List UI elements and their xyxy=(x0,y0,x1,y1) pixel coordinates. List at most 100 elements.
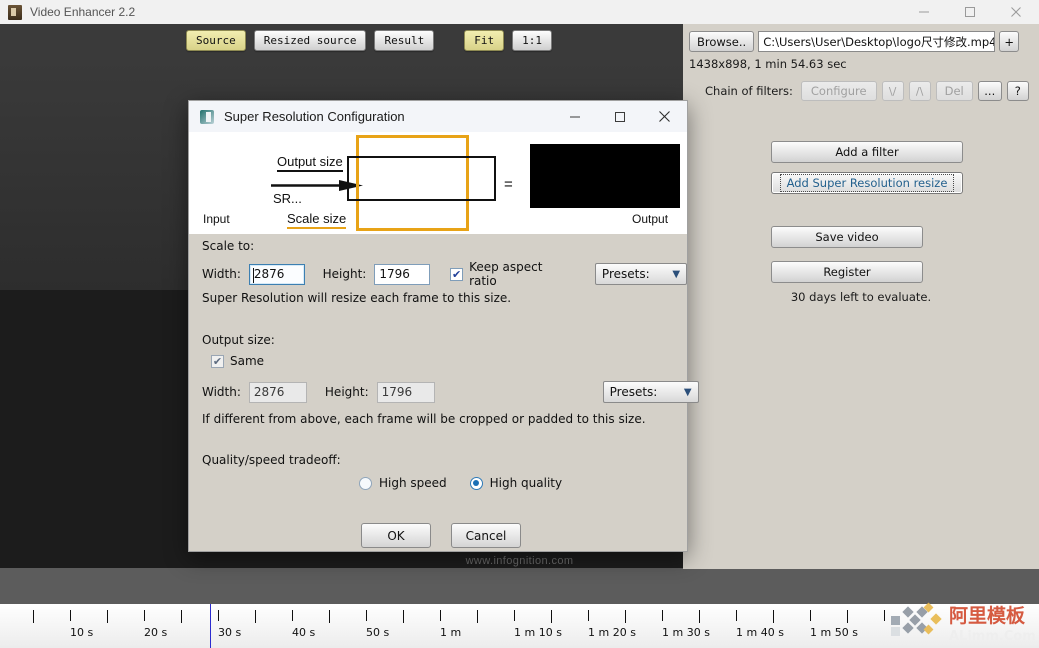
output-size-note: If different from above, each frame will… xyxy=(202,412,646,426)
timeline-tick xyxy=(366,610,367,621)
scale-to-note: Super Resolution will resize each frame … xyxy=(202,291,512,305)
high-quality-radio[interactable] xyxy=(469,476,483,490)
keep-aspect-ratio-checkbox[interactable]: ✔ xyxy=(450,267,464,281)
timeline-tick xyxy=(588,610,589,621)
scale-height-input[interactable]: 1796 xyxy=(374,263,431,285)
add-file-button[interactable]: + xyxy=(999,31,1020,52)
app-title: Video Enhancer 2.2 xyxy=(30,5,136,19)
timeline-tick xyxy=(551,610,552,623)
output-thumbnail xyxy=(558,144,652,208)
output-width-input[interactable]: 2876 xyxy=(248,381,307,403)
same-size-checkbox[interactable]: ✔ xyxy=(211,354,224,368)
output-width-label: Width: xyxy=(202,385,241,399)
quality-radio-group: High speed High quality xyxy=(359,476,562,490)
timeline-tick xyxy=(810,610,811,621)
timeline-tick xyxy=(773,610,774,623)
timeline-tick xyxy=(477,610,478,623)
source-path-input[interactable]: C:\Users\User\Desktop\logo尺寸修改.mp4 xyxy=(758,31,996,52)
minimize-icon[interactable] xyxy=(901,0,947,24)
timeline-label: 50 s xyxy=(366,626,390,639)
timeline-tick xyxy=(218,610,219,621)
register-button[interactable]: Register xyxy=(771,261,923,283)
tab-result[interactable]: Result xyxy=(374,29,435,51)
tab-resized-source[interactable]: Resized source xyxy=(253,29,367,51)
timeline-tick xyxy=(736,610,737,621)
timeline-label: 1 m 10 s xyxy=(514,626,562,639)
chevron-down-icon: ▼ xyxy=(683,386,692,398)
timeline-tick xyxy=(625,610,626,623)
timeline-tick xyxy=(403,610,404,623)
ok-button[interactable]: OK xyxy=(361,523,431,548)
close-icon[interactable] xyxy=(993,0,1039,24)
zoom-fit-button[interactable]: Fit xyxy=(464,29,505,51)
resize-illustration: Input Output size SR... Scale size = Out… xyxy=(189,132,687,234)
dialog-title-bar: Super Resolution Configuration xyxy=(189,101,687,132)
output-size-annotation: Output size xyxy=(277,154,343,172)
scale-width-label: Width: xyxy=(202,267,241,281)
help-button[interactable]: ? xyxy=(1006,81,1029,101)
dialog-icon xyxy=(200,109,214,124)
scale-size-annotation: Scale size xyxy=(287,211,347,229)
output-size-row: Width: 2876 Height: 1796 Presets: ▼ xyxy=(202,381,699,403)
dialog-button-row: OK Cancel xyxy=(361,523,521,548)
high-quality-label: High quality xyxy=(489,476,563,490)
scale-height-label: Height: xyxy=(322,267,367,281)
output-preview-frame xyxy=(530,144,680,208)
svg-text:ALimm.Com: ALimm.Com xyxy=(949,629,1035,644)
same-size-row: ✔ Same xyxy=(211,354,264,368)
add-super-resolution-resize-button[interactable]: Add Super Resolution resize xyxy=(771,172,963,194)
quality-tradeoff-label: Quality/speed tradeoff: xyxy=(202,453,341,467)
timeline-label: 30 s xyxy=(218,626,242,639)
maximize-icon[interactable] xyxy=(947,0,993,24)
sr-annotation: SR... xyxy=(273,191,302,206)
timeline-tick xyxy=(292,610,293,621)
dialog-maximize-icon[interactable] xyxy=(597,101,642,132)
output-height-input[interactable]: 1796 xyxy=(376,381,435,403)
cancel-button[interactable]: Cancel xyxy=(451,523,521,548)
timeline-label: 40 s xyxy=(292,626,316,639)
evaluation-notice: 30 days left to evaluate. xyxy=(790,290,932,304)
dialog-body: Scale to: Width: 2876 Height: 1796 ✔ Kee… xyxy=(189,234,699,552)
add-filter-button[interactable]: Add a filter xyxy=(771,141,963,163)
chevron-down-icon: ▼ xyxy=(672,268,681,280)
timeline-tick xyxy=(144,610,145,621)
keep-aspect-ratio-label: Keep aspect ratio xyxy=(469,260,543,288)
browse-button[interactable]: Browse.. xyxy=(689,31,755,52)
timeline-tick xyxy=(884,610,885,621)
move-filter-down-button[interactable]: \/ xyxy=(881,81,904,101)
input-thumbnail xyxy=(203,154,267,208)
scale-width-input[interactable]: 2876 xyxy=(248,263,305,285)
scale-to-section-label: Scale to: xyxy=(202,239,255,253)
timeline-ruler[interactable]: 10 s 20 s 30 s 40 s 50 s 1 m 1 m 10 s 1 … xyxy=(0,604,1039,648)
timeline-tick xyxy=(699,610,700,623)
high-speed-radio[interactable] xyxy=(359,476,372,490)
output-presets-dropdown[interactable]: Presets: ▼ xyxy=(602,381,699,403)
scale-to-row: Width: 2876 Height: 1796 ✔ Keep aspect r… xyxy=(202,260,688,288)
tab-source[interactable]: Source xyxy=(186,29,246,51)
output-height-label: Height: xyxy=(324,385,369,399)
video-enhancer-window: Video Enhancer 2.2 Source Resized source… xyxy=(0,0,1039,648)
svg-text:阿里模板: 阿里模板 xyxy=(949,604,1026,627)
output-size-rect xyxy=(347,156,496,201)
timeline-label: 1 m 30 s xyxy=(662,626,710,639)
scale-presets-label: Presets: xyxy=(601,267,650,281)
timeline-tick xyxy=(70,610,71,621)
dialog-title: Super Resolution Configuration xyxy=(224,109,405,124)
delete-filter-button[interactable]: Del xyxy=(935,81,973,101)
dialog-minimize-icon[interactable] xyxy=(552,101,597,132)
timeline-tick xyxy=(255,610,256,623)
save-video-button[interactable]: Save video xyxy=(771,226,923,248)
output-label: Output xyxy=(632,212,669,226)
timeline-playhead[interactable] xyxy=(210,604,211,648)
output-size-section-label: Output size: xyxy=(202,333,275,347)
preview-toolbar: Source Resized source Result Fit 1:1 xyxy=(0,24,683,56)
timeline-tick xyxy=(514,610,515,621)
scale-presets-dropdown[interactable]: Presets: ▼ xyxy=(594,263,688,285)
move-filter-up-button[interactable]: /\ xyxy=(908,81,931,101)
dialog-window-controls xyxy=(552,101,687,132)
more-options-button[interactable]: ... xyxy=(977,81,1002,101)
configure-filter-button[interactable]: Configure xyxy=(800,81,877,101)
timeline-tick xyxy=(329,610,330,623)
dialog-close-icon[interactable] xyxy=(642,101,687,132)
zoom-1to1-button[interactable]: 1:1 xyxy=(512,29,552,51)
